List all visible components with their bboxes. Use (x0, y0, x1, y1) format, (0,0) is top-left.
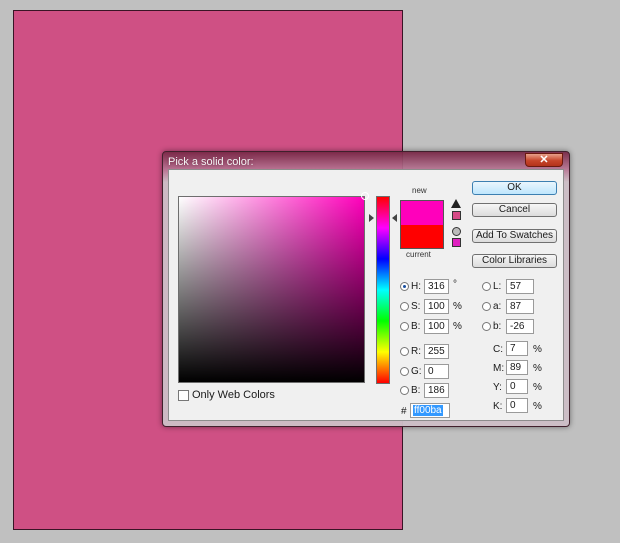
current-color-swatch[interactable] (400, 225, 444, 249)
blue-input[interactable]: 186 (424, 383, 449, 398)
hue-slider-left-arrow-icon[interactable] (369, 214, 374, 222)
lightness-radio[interactable] (482, 282, 491, 291)
add-to-swatches-button[interactable]: Add To Swatches (472, 229, 557, 243)
dialog-title: Pick a solid color: (168, 156, 254, 168)
only-web-colors-checkbox[interactable] (178, 390, 189, 401)
lab-a-label: a: (493, 301, 502, 312)
yellow-input[interactable]: 0 (506, 379, 528, 394)
ok-button[interactable]: OK (472, 181, 557, 195)
lab-a-input[interactable]: 87 (506, 299, 534, 314)
brightness-unit: % (453, 321, 462, 332)
color-field-marker[interactable] (361, 192, 369, 200)
cancel-button[interactable]: Cancel (472, 203, 557, 217)
magenta-label: M: (493, 363, 505, 374)
hex-label: # (401, 406, 407, 417)
new-color-swatch (400, 200, 444, 225)
black-input[interactable]: 0 (506, 398, 528, 413)
hex-input-value: ff00ba (413, 405, 443, 416)
saturation-radio[interactable] (400, 302, 409, 311)
web-safe-swatch[interactable] (452, 238, 461, 247)
lab-b-label: b: (493, 321, 502, 332)
hue-slider[interactable] (376, 196, 390, 384)
hue-unit: ° (453, 279, 457, 290)
magenta-input[interactable]: 89 (506, 360, 528, 375)
yellow-label: Y: (493, 382, 502, 393)
dialog-body: Only Web Colors new current OK Cancel Ad… (168, 169, 564, 421)
new-color-label: new (412, 186, 427, 195)
magenta-unit: % (533, 363, 542, 374)
brightness-input[interactable]: 100 (424, 319, 449, 334)
black-label: K: (493, 401, 503, 412)
hue-input[interactable]: 316 (424, 279, 449, 294)
lightness-label: L: (493, 281, 502, 292)
hue-label: H: (411, 281, 421, 292)
saturation-unit: % (453, 301, 462, 312)
blue-label: B: (411, 385, 421, 396)
saturation-brightness-field[interactable] (178, 192, 369, 383)
red-label: R: (411, 346, 421, 357)
warning-triangle-icon[interactable] (451, 199, 461, 208)
gamut-warning-swatch[interactable] (452, 211, 461, 220)
red-input[interactable]: 255 (424, 344, 449, 359)
cube-icon[interactable] (452, 227, 461, 236)
green-label: G: (411, 366, 422, 377)
lab-b-input[interactable]: -26 (506, 319, 534, 334)
green-input[interactable]: 0 (424, 364, 449, 379)
saturation-input[interactable]: 100 (424, 299, 449, 314)
brightness-label: B: (411, 321, 421, 332)
cyan-label: C: (493, 344, 503, 355)
current-color-label: current (406, 250, 431, 259)
close-icon: ✕ (539, 154, 549, 166)
hex-input[interactable]: ff00ba (410, 403, 450, 418)
color-libraries-button[interactable]: Color Libraries (472, 254, 557, 268)
brightness-radio[interactable] (400, 322, 409, 331)
black-unit: % (533, 401, 542, 412)
red-radio[interactable] (400, 347, 409, 356)
close-button[interactable]: ✕ (525, 153, 563, 167)
lab-b-radio[interactable] (482, 322, 491, 331)
cyan-unit: % (533, 344, 542, 355)
cyan-input[interactable]: 7 (506, 341, 528, 356)
only-web-colors-label: Only Web Colors (192, 389, 275, 401)
lab-a-radio[interactable] (482, 302, 491, 311)
green-radio[interactable] (400, 367, 409, 376)
blue-radio[interactable] (400, 386, 409, 395)
saturation-label: S: (411, 301, 421, 312)
yellow-unit: % (533, 382, 542, 393)
hue-slider-right-arrow-icon[interactable] (392, 214, 397, 222)
hue-radio[interactable] (400, 282, 409, 291)
lightness-input[interactable]: 57 (506, 279, 534, 294)
color-picker-dialog: Pick a solid color: ✕ Only Web Colors ne… (162, 151, 570, 427)
